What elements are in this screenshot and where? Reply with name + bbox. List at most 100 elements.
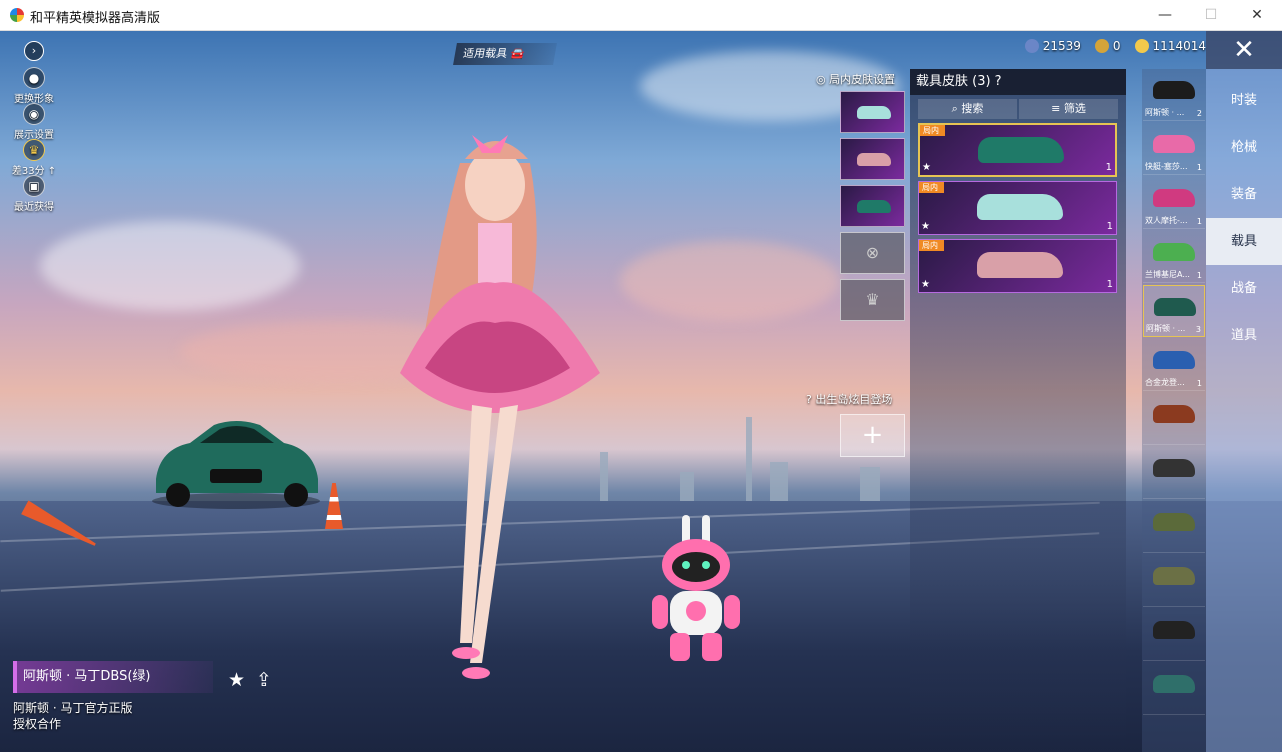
vehicle-list-item[interactable]: 阿斯顿 · ... 2 (1143, 69, 1205, 121)
gold-coin-icon (1094, 39, 1109, 53)
recently-obtained-button[interactable]: ▣ 最近获得 (8, 175, 60, 213)
vehicle-list-item[interactable] (1143, 555, 1205, 607)
vehicle-list-count: 1 (1196, 217, 1202, 226)
vehicle-list-item[interactable]: 快艇-塞莎... 1 (1143, 123, 1205, 175)
in-battle-slot-2[interactable] (840, 138, 905, 180)
skin-count: 1 (1105, 162, 1112, 173)
window-title: 和平精英模拟器高清版 (30, 11, 161, 26)
in-battle-slot-1[interactable] (840, 91, 905, 133)
vehicle-list-item[interactable] (1143, 393, 1205, 445)
favorite-star-icon[interactable]: ★ (228, 669, 245, 691)
star-icon: ★ (922, 162, 931, 173)
rank-progress-button[interactable]: ♛ 差33分 ↑ (8, 139, 60, 177)
expand-arrow-icon[interactable]: › (24, 41, 44, 61)
vehicle-thumbnail (1153, 81, 1195, 99)
eye-icon: ◉ (23, 103, 45, 125)
locked-slot[interactable]: ⊗ (840, 232, 905, 274)
vehicle-thumbnail (1153, 351, 1195, 369)
close-icon[interactable]: ✕ (1206, 31, 1282, 69)
search-icon: ⌕ (951, 102, 962, 115)
skin-card[interactable]: 局内 ★ 1 (918, 239, 1117, 293)
window-close-button[interactable]: ✕ (1234, 0, 1280, 31)
vehicle-list-item[interactable]: 兰博基尼A... 1 (1143, 231, 1205, 283)
vehicle-thumbnail (1153, 135, 1195, 153)
vehicle-skin-panel: 载具皮肤 (3) ? ⌕ 搜索 ≡ 筛选 局内 ★ 1 局内 ★ 1 局内 ★ 1 (910, 69, 1126, 752)
tab-vehicles[interactable]: 载具 (1206, 218, 1282, 265)
add-spawn-vehicle-button[interactable]: + (840, 414, 905, 457)
in-battle-tag: 局内 (920, 125, 945, 136)
window-titlebar: 和平精英模拟器高清版 — ☐ ✕ (0, 0, 1282, 31)
filter-button[interactable]: ≡ 筛选 (1019, 99, 1118, 119)
person-icon: ● (23, 67, 45, 89)
rank-badge-icon: ♛ (23, 139, 45, 161)
skin-panel-title: 载具皮肤 (3) ? (910, 69, 1126, 95)
currency-b: 0 (1094, 39, 1121, 53)
search-button[interactable]: ⌕ 搜索 (918, 99, 1017, 119)
vehicle-thumbnail (1153, 459, 1195, 477)
in-battle-slot-3[interactable] (840, 185, 905, 227)
change-appearance-button[interactable]: ● 更换形象 (8, 67, 60, 105)
applicable-vehicle-badge: 适用载具 🚘 (453, 43, 557, 65)
vehicle-list-name: 合金龙登... (1145, 378, 1185, 387)
vehicle-thumbnail (1153, 675, 1195, 693)
car-skin-image (978, 137, 1064, 163)
star-icon: ★ (921, 221, 930, 232)
car-thumbnail (857, 200, 891, 213)
pet-robot[interactable] (640, 515, 750, 665)
filter-icon: ≡ (1051, 102, 1064, 115)
vehicle-list-name: 兰博基尼A... (1145, 270, 1190, 279)
tab-battle-prep[interactable]: 战备 (1206, 265, 1282, 312)
vehicle-list-name: 双人摩托-... (1145, 216, 1188, 225)
vehicle-thumbnail (1153, 513, 1195, 531)
currency-c: 1114014 (1134, 39, 1206, 53)
tab-items[interactable]: 道具 (1206, 312, 1282, 359)
minimize-button[interactable]: — (1142, 0, 1188, 31)
vehicle-thumbnail (1154, 298, 1196, 316)
skin-list: 局内 ★ 1 局内 ★ 1 局内 ★ 1 (910, 123, 1126, 293)
skin-card[interactable]: 局内 ★ 1 (918, 181, 1117, 235)
tab-weapons[interactable]: 枪械 (1206, 124, 1282, 171)
locked-slot[interactable]: ♛ (840, 279, 905, 321)
vehicle-thumbnail (1153, 243, 1195, 261)
vehicle-list-name: 阿斯顿 · ... (1146, 324, 1186, 333)
vehicle-list: 阿斯顿 · ... 2 快艇-塞莎... 1 双人摩托-... 1 兰博基尼A... 1 阿斯顿… (1142, 69, 1206, 752)
player-character[interactable] (360, 123, 630, 683)
skin-count: 1 (1106, 221, 1113, 232)
in-battle-tag: 局内 (919, 240, 944, 251)
car-skin-image (977, 252, 1063, 278)
bp-coin-icon (1134, 39, 1149, 53)
vehicle-list-count: 1 (1196, 163, 1202, 172)
tab-equipment[interactable]: 装备 (1206, 171, 1282, 218)
vehicle-list-count: 1 (1196, 271, 1202, 280)
in-battle-skin-label: ◎ 局内皮肤设置 (816, 73, 896, 86)
skin-count: 1 (1106, 279, 1113, 290)
vehicle-list-item[interactable]: 阿斯顿 · ... 3 (1143, 285, 1205, 337)
vehicle-thumbnail (1153, 405, 1195, 423)
skin-card[interactable]: 局内 ★ 1 (918, 123, 1117, 177)
vehicle-list-item[interactable]: 合金龙登... 1 (1143, 339, 1205, 391)
car-thumbnail (857, 106, 891, 119)
vehicle-list-item[interactable] (1143, 609, 1205, 661)
vehicle-list-item[interactable] (1143, 501, 1205, 553)
crown-icon: ♛ (865, 290, 880, 309)
tab-fashion[interactable]: 时装 (1206, 77, 1282, 124)
showcase-car[interactable] (150, 413, 322, 509)
vehicle-list-name: 阿斯顿 · ... (1145, 108, 1185, 117)
maximize-button[interactable]: ☐ (1188, 0, 1234, 31)
category-nav: 时装 枪械 装备 载具 战备 道具 (1206, 69, 1282, 752)
vehicle-thumbnail (1153, 621, 1195, 639)
vehicle-list-item[interactable] (1143, 447, 1205, 499)
display-settings-button[interactable]: ◉ 展示设置 (8, 103, 60, 141)
car-skin-image (977, 194, 1063, 220)
game-viewport: › ● 更换形象 ◉ 展示设置 ♛ 差33分 ↑ ▣ 最近获得 适用载具 🚘 21539… (0, 31, 1282, 752)
vehicle-list-item[interactable]: 双人摩托-... 1 (1143, 177, 1205, 229)
lock-icon: ⊗ (865, 243, 880, 262)
vehicle-list-item[interactable] (1143, 663, 1205, 715)
vehicle-list-count: 1 (1196, 379, 1202, 388)
app-logo-icon (10, 8, 24, 22)
in-battle-tag: 局内 (919, 182, 944, 193)
vehicle-list-count: 3 (1195, 325, 1201, 334)
currency-bar: 21539 0 1114014 (1024, 39, 1206, 53)
share-icon[interactable]: ⇪ (256, 669, 272, 691)
gift-icon: ▣ (23, 175, 45, 197)
